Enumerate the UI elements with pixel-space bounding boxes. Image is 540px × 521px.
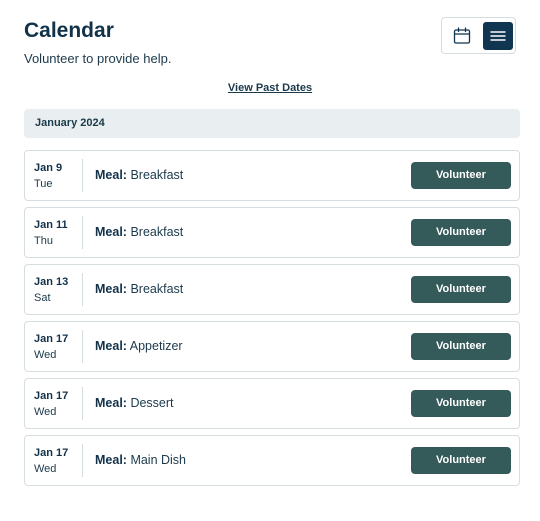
event-meal: Meal: Breakfast bbox=[95, 151, 183, 200]
row-divider bbox=[82, 216, 83, 249]
event-meal: Meal: Appetizer bbox=[95, 322, 183, 371]
view-past-dates-link[interactable]: View Past Dates bbox=[228, 82, 312, 94]
event-row: Jan 9 Tue Meal: Breakfast Volunteer bbox=[24, 150, 520, 201]
meal-type: Appetizer bbox=[129, 339, 183, 353]
event-date: Jan 13 Sat bbox=[34, 274, 84, 306]
view-toggle bbox=[441, 17, 516, 54]
event-date: Jan 17 Wed bbox=[34, 331, 84, 363]
volunteer-button[interactable]: Volunteer bbox=[411, 276, 511, 303]
meal-label: Meal: bbox=[95, 339, 127, 353]
list-view-button[interactable] bbox=[483, 22, 513, 50]
meal-type: Dessert bbox=[130, 396, 174, 410]
row-divider bbox=[82, 387, 83, 420]
month-header: January 2024 bbox=[24, 109, 520, 138]
event-date-label: Jan 17 bbox=[34, 390, 69, 402]
volunteer-button[interactable]: Volunteer bbox=[411, 333, 511, 360]
event-day-label: Sat bbox=[34, 292, 51, 304]
event-day-label: Wed bbox=[34, 406, 57, 418]
event-date: Jan 17 Wed bbox=[34, 388, 84, 420]
event-day-label: Wed bbox=[34, 349, 57, 361]
event-date-label: Jan 9 bbox=[34, 162, 63, 174]
event-list: Jan 9 Tue Meal: Breakfast Volunteer Jan … bbox=[24, 150, 520, 492]
event-meal: Meal: Dessert bbox=[95, 379, 174, 428]
row-divider bbox=[82, 273, 83, 306]
volunteer-button[interactable]: Volunteer bbox=[411, 447, 511, 474]
event-row: Jan 17 Wed Meal: Main Dish Volunteer bbox=[24, 435, 520, 486]
event-row: Jan 13 Sat Meal: Breakfast Volunteer bbox=[24, 264, 520, 315]
volunteer-button[interactable]: Volunteer bbox=[411, 390, 511, 417]
event-date: Jan 11 Thu bbox=[34, 217, 84, 249]
event-date-label: Jan 17 bbox=[34, 447, 69, 459]
meal-label: Meal: bbox=[95, 282, 127, 296]
meal-label: Meal: bbox=[95, 168, 127, 182]
row-divider bbox=[82, 159, 83, 192]
event-day-label: Thu bbox=[34, 235, 53, 247]
meal-type: Main Dish bbox=[130, 453, 187, 467]
event-day-label: Wed bbox=[34, 463, 57, 475]
page-title: Calendar bbox=[24, 19, 114, 42]
event-row: Jan 17 Wed Meal: Dessert Volunteer bbox=[24, 378, 520, 429]
meal-label: Meal: bbox=[95, 453, 127, 467]
row-divider bbox=[82, 444, 83, 477]
meal-type: Breakfast bbox=[130, 282, 184, 296]
event-date-label: Jan 17 bbox=[34, 333, 69, 345]
meal-label: Meal: bbox=[95, 396, 127, 410]
event-day-label: Tue bbox=[34, 178, 53, 190]
event-meal: Meal: Breakfast bbox=[95, 208, 183, 257]
event-date-label: Jan 11 bbox=[34, 219, 68, 231]
event-row: Jan 11 Thu Meal: Breakfast Volunteer bbox=[24, 207, 520, 258]
volunteer-button[interactable]: Volunteer bbox=[411, 219, 511, 246]
past-dates-container: View Past Dates bbox=[0, 81, 540, 95]
event-date-label: Jan 13 bbox=[34, 276, 69, 288]
event-meal: Meal: Main Dish bbox=[95, 436, 186, 485]
list-icon bbox=[490, 31, 506, 41]
event-meal: Meal: Breakfast bbox=[95, 265, 183, 314]
calendar-view-button[interactable] bbox=[447, 22, 477, 50]
event-date: Jan 9 Tue bbox=[34, 160, 84, 192]
meal-label: Meal: bbox=[95, 225, 127, 239]
meal-type: Breakfast bbox=[130, 225, 184, 239]
volunteer-button[interactable]: Volunteer bbox=[411, 162, 511, 189]
event-date: Jan 17 Wed bbox=[34, 445, 84, 477]
event-row: Jan 17 Wed Meal: Appetizer Volunteer bbox=[24, 321, 520, 372]
meal-type: Breakfast bbox=[130, 168, 184, 182]
row-divider bbox=[82, 330, 83, 363]
page-subtitle: Volunteer to provide help. bbox=[24, 51, 172, 66]
calendar-icon bbox=[453, 27, 471, 44]
